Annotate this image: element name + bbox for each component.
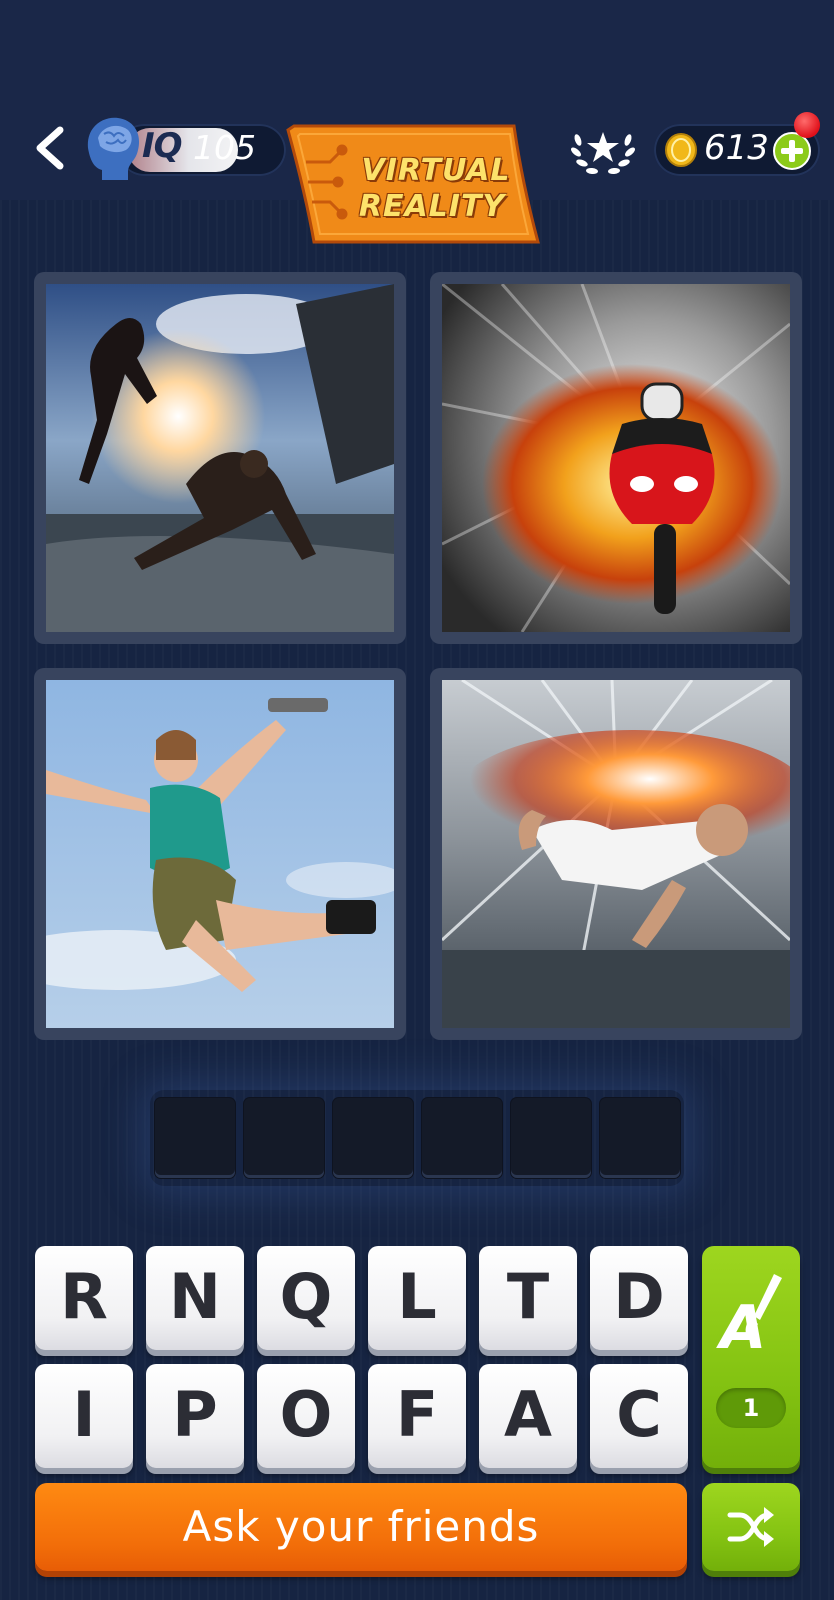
letter-key[interactable]: A bbox=[479, 1364, 577, 1468]
level-title-line1: VIRTUAL bbox=[361, 153, 511, 188]
notification-dot bbox=[794, 112, 820, 138]
laurel-star-icon[interactable] bbox=[570, 120, 636, 180]
shuffle-button[interactable] bbox=[702, 1483, 800, 1571]
svg-text:A: A bbox=[716, 1293, 766, 1363]
answer-slot[interactable] bbox=[511, 1098, 591, 1178]
answer-slot[interactable] bbox=[244, 1098, 324, 1178]
ask-friends-button[interactable]: Ask your friends bbox=[35, 1483, 687, 1571]
iq-label: IQ bbox=[142, 126, 183, 166]
coin-icon bbox=[665, 133, 697, 167]
man-crawling-explosion-photo bbox=[430, 668, 802, 1040]
answer-slot[interactable] bbox=[422, 1098, 502, 1178]
brain-head-icon bbox=[87, 117, 140, 180]
hint-count-badge: 1 bbox=[716, 1388, 786, 1428]
letter-key[interactable]: L bbox=[368, 1246, 466, 1350]
letter-key[interactable]: F bbox=[368, 1364, 466, 1468]
fight-scene-photo bbox=[34, 272, 406, 644]
woman-jumping-with-gun-photo bbox=[34, 668, 406, 1040]
back-arrow-icon[interactable] bbox=[28, 120, 78, 176]
answer-slot[interactable] bbox=[155, 1098, 235, 1178]
letter-key[interactable]: D bbox=[590, 1246, 688, 1350]
letter-key[interactable]: C bbox=[590, 1364, 688, 1468]
letter-key[interactable]: R bbox=[35, 1246, 133, 1350]
paintbrush-letter-icon: A bbox=[716, 1274, 782, 1363]
coin-count: 613 bbox=[704, 128, 769, 168]
letter-key[interactable]: O bbox=[257, 1364, 355, 1468]
motorcycle-explosion-photo bbox=[430, 272, 802, 644]
answer-slot[interactable] bbox=[600, 1098, 680, 1178]
letter-key[interactable]: I bbox=[35, 1364, 133, 1468]
letter-key[interactable]: T bbox=[479, 1246, 577, 1350]
letter-key[interactable]: P bbox=[146, 1364, 244, 1468]
letter-key[interactable]: N bbox=[146, 1246, 244, 1350]
shuffle-icon bbox=[727, 1507, 774, 1547]
letter-key[interactable]: Q bbox=[257, 1246, 355, 1350]
iq-value: 105 bbox=[193, 128, 256, 167]
answer-slot[interactable] bbox=[333, 1098, 413, 1178]
hint-button[interactable]: A bbox=[702, 1246, 800, 1468]
level-title-line2: REALITY bbox=[358, 189, 506, 224]
